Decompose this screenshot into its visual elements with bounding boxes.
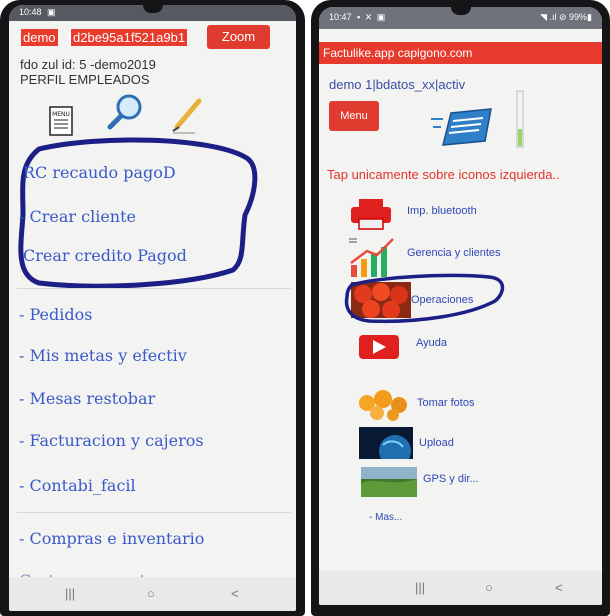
menu-item-rc-recaudo[interactable]: RC recaudo pagoD [23,163,176,182]
growth-chart-icon[interactable] [347,235,399,279]
menu-item-facturacion[interactable]: - Facturacion y cajeros [19,431,204,450]
menu-item-ayuda[interactable]: Ayuda [319,331,602,361]
menu-item-upload[interactable]: Upload [319,427,602,459]
item-label: Tomar fotos [417,397,475,409]
home-button[interactable]: ○ [147,586,155,601]
menu-button[interactable]: Menu [329,101,379,131]
user-info: fdo zul id: 5 -demo2019 [20,57,156,72]
zoom-button[interactable]: Zoom [207,25,270,49]
menu-item-crear-credito[interactable]: Crear credito Pagod [23,246,187,265]
item-label: Imp. bluetooth [407,205,477,217]
item-label: Upload [419,437,454,449]
menu-icon-text: MENU [52,111,70,118]
menu-item-contabi[interactable]: - Contabi_facil [19,476,136,495]
app-title-bar: Factulike.app capigono.com [319,42,602,64]
recent-apps-button[interactable]: ||| [415,580,425,595]
menu-item-operaciones[interactable]: Operaciones [319,282,602,318]
flowers-photo-icon[interactable] [355,387,411,421]
divider [17,512,291,513]
menu-icon[interactable]: MENU [47,105,77,137]
status-time: 10:48 [19,7,42,17]
status-icons: ▪ ✕ ▣ [357,12,387,22]
globe-icon[interactable] [359,427,413,459]
android-nav-bar: ||| ○ < [9,577,296,611]
profile-label: PERFIL EMPLEADOS [20,72,150,87]
hint-text: Tap unicamente sobre iconos izquierda.. [327,167,560,182]
android-nav-bar: ||| ○ < [319,571,602,605]
right-phone-screen: 10:47 ▪ ✕ ▣ ◥ .ıl ⊘ 99%▮ Factulike.app c… [319,7,602,605]
menu-item-metas[interactable]: - Mis metas y efectiv [19,346,187,365]
back-button[interactable]: < [555,580,563,595]
left-phone-photo: 10:48 ▣ demo d2be95a1f521a9b1 Zoom fdo z… [0,0,305,616]
item-label: Gerencia y clientes [407,247,501,259]
left-phone-screen: 10:48 ▣ demo d2be95a1f521a9b1 Zoom fdo z… [9,5,296,611]
item-label: Operaciones [411,294,474,306]
session-info: demo 1|bdatos_xx|activ [329,77,466,92]
battery-level-icon [516,90,524,148]
right-phone-photo: 10:47 ▪ ✕ ▣ ◥ .ıl ⊘ 99%▮ Factulike.app c… [311,0,610,616]
more-link[interactable]: - Mas... [369,512,402,523]
pencil-icon[interactable] [167,95,207,135]
status-time: 10:47 [329,12,352,22]
menu-item-compras[interactable]: - Compras e inventario [19,529,204,548]
menu-item-gps[interactable]: GPS y dir... [319,467,602,497]
invoice-logo-icon [431,108,492,146]
item-label: GPS y dir... [423,473,479,485]
printer-icon[interactable] [347,197,395,231]
header-icons: MENU [47,91,217,137]
landscape-icon[interactable] [361,467,417,497]
home-button[interactable]: ○ [485,580,493,595]
menu-item-mesas[interactable]: - Mesas restobar [19,389,155,408]
status-icons: ▣ [47,7,57,17]
search-icon[interactable] [102,91,146,135]
menu-item-gerencia[interactable]: Gerencia y clientes [319,235,602,277]
menu-item-bluetooth-print[interactable]: Imp. bluetooth [319,197,602,230]
status-right-icons: ◥ .ıl ⊘ 99%▮ [540,12,592,22]
play-video-icon[interactable] [357,331,403,363]
company-tag: demo [21,29,58,46]
header-row: demo d2be95a1f521a9b1 Zoom [17,25,287,49]
item-label: Ayuda [416,337,447,349]
menu-item-pedidos[interactable]: - Pedidos [19,305,92,324]
menu-item-crear-cliente[interactable]: - Crear cliente [19,207,136,226]
menu-item-tomar-fotos[interactable]: Tomar fotos [319,387,602,421]
back-button[interactable]: < [231,586,239,601]
recent-apps-button[interactable]: ||| [65,586,75,601]
divider [17,288,291,289]
tomatoes-icon[interactable] [351,282,411,318]
session-id-tag: d2be95a1f521a9b1 [69,29,188,46]
